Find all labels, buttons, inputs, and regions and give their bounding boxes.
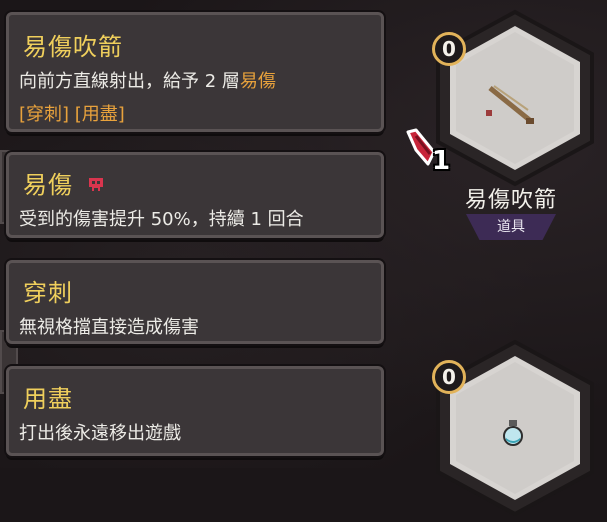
- item-card-potion[interactable]: 0: [430, 338, 600, 518]
- tooltip-title: 穿刺: [23, 279, 73, 307]
- cost-badge: 0: [432, 32, 466, 66]
- tooltip-description: 受到的傷害提升 50%，持續 1 回合: [19, 209, 304, 230]
- tooltip-title: 易傷吹箭: [23, 33, 123, 61]
- tooltip-card-blowdart: 易傷吹箭 向前方直線射出，給予 2 層易傷 [穿刺] [用盡]: [6, 12, 384, 132]
- potion-icon: [498, 418, 528, 452]
- tooltip-card-vulnerable: 易傷 受到的傷害提升 50%，持續 1 回合: [6, 152, 384, 238]
- item-name: 易傷吹箭: [464, 188, 557, 213]
- tooltip-title-text: 易傷: [23, 171, 73, 199]
- tooltip-card-exhaust: 用盡 打出後永遠移出遊戲: [6, 366, 384, 456]
- item-type-tag: 道具: [466, 214, 556, 240]
- cursor-count: 1: [432, 146, 451, 176]
- item-card-blowdart[interactable]: 0: [430, 8, 600, 188]
- description-text: 向前方直線射出，給予 2 層: [19, 71, 240, 92]
- cost-badge: 0: [432, 360, 466, 394]
- tooltip-description: 無視格擋直接造成傷害: [19, 317, 199, 338]
- keyword-vulnerable[interactable]: 易傷: [240, 71, 276, 92]
- tooltip-title: 易傷: [23, 165, 106, 200]
- tooltip-title: 用盡: [23, 385, 73, 413]
- blowdart-icon: [482, 80, 542, 134]
- tooltip-description: 向前方直線射出，給予 2 層易傷: [19, 67, 276, 93]
- skull-icon: [86, 172, 106, 200]
- keyword-tags[interactable]: [穿刺] [用盡]: [19, 100, 125, 126]
- tooltip-card-pierce: 穿刺 無視格擋直接造成傷害: [6, 260, 384, 344]
- tooltip-description: 打出後永遠移出遊戲: [19, 423, 181, 444]
